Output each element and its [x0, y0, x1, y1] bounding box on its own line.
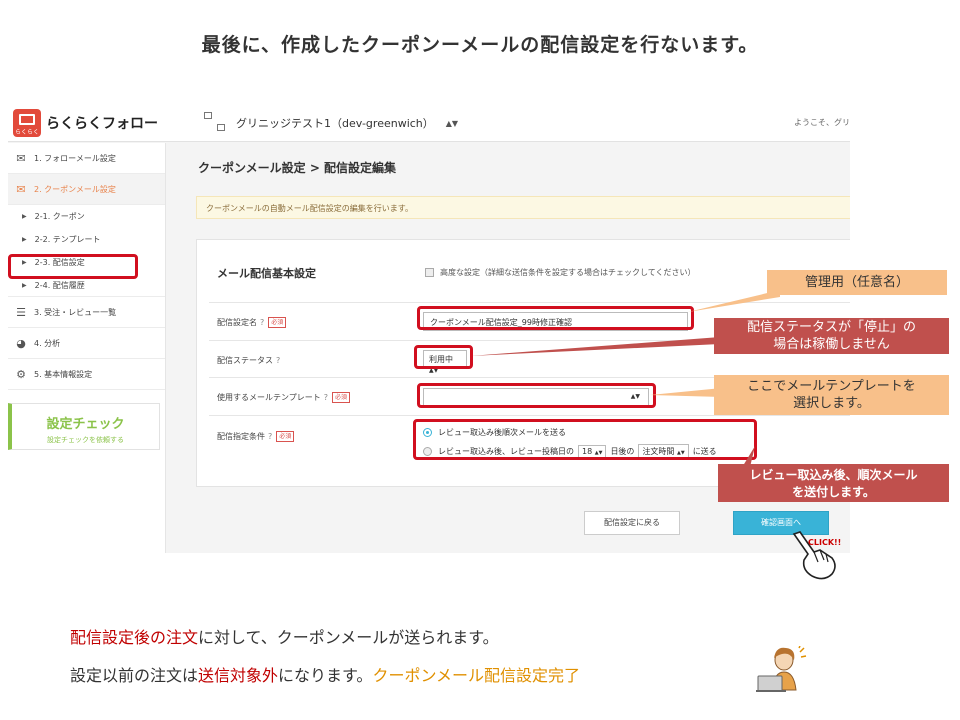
footer-text: に対して、クーポンメールが送られます。 [198, 628, 499, 647]
sidebar-subitem-label: 2-2. テンプレート [34, 235, 101, 244]
delivery-condition-label: 配信指定条件 ? 必須 [217, 431, 295, 442]
advanced-settings-toggle[interactable]: 高度な設定（詳細な送信条件を設定する場合はチェックしてください） [425, 267, 696, 278]
sidebar-subitem-label: 2-4. 配信履歴 [34, 280, 85, 290]
divider [209, 415, 850, 416]
caret-right-icon: ▶ [22, 236, 27, 243]
required-badge: 必須 [268, 317, 287, 328]
click-label: CLICK!! [808, 538, 842, 547]
footer-text: になります。 [278, 666, 373, 685]
back-to-settings-button[interactable]: 配信設定に戻る [584, 511, 680, 535]
app-logo[interactable]: らくらく らくらくフォロー [13, 109, 158, 137]
delivery-status-label: 配信ステータス ? [217, 355, 280, 366]
card-title: メール配信基本設定 [217, 267, 316, 280]
person-at-laptop-icon [756, 646, 807, 692]
settings-check-button[interactable]: 設定チェック 設定チェックを依頼する [8, 403, 160, 450]
required-badge: 必須 [332, 392, 351, 403]
callout-text: を送付します。 [792, 485, 875, 499]
caret-right-icon: ▶ [22, 281, 27, 289]
sidebar-subitem-coupon[interactable]: ▶ 2-1. クーポン [8, 205, 165, 228]
sidebar-item-label: 5. 基本情報設定 [34, 369, 93, 379]
switch-store-icon [204, 112, 228, 134]
divider [209, 302, 850, 303]
chevron-updown-icon: ▲▼ [445, 118, 459, 128]
footer-completion: クーポンメール配信設定完了 [372, 666, 580, 685]
sidebar-item-follow-mail[interactable]: ✉ 1. フォローメール設定 [8, 143, 165, 174]
sidebar-subitem-label: 2-1. クーポン [34, 212, 85, 221]
footer-emphasis: 送信対象外 [198, 666, 279, 685]
callout-template: ここでメールテンプレートを 選択します。 [714, 375, 949, 415]
store-selector[interactable]: グリニッジテスト1（dev-greenwich） ▲▼ [204, 112, 458, 134]
callout-admin-name: 管理用（任意名） [767, 270, 947, 295]
pie-chart-icon: ◕ [16, 336, 26, 350]
sidebar-item-analysis[interactable]: ◕ 4. 分析 [8, 328, 165, 359]
callout-status: 配信ステータスが「停止」の 場合は稼働しません [714, 318, 949, 354]
footer-emphasis: 配信設定後の注文 [70, 628, 199, 647]
highlight-condition-radios [413, 419, 757, 460]
callout-text: ここでメールテンプレートを [747, 379, 916, 394]
gear-icon: ⚙ [16, 367, 26, 381]
callout-text: 場合は稼働しません [773, 337, 890, 352]
footer-line-2: 設定以前の注文は送信対象外になります。クーポンメール配信設定完了 [70, 662, 580, 686]
callout-text: レビュー取込み後、順次メール [749, 468, 918, 482]
highlight-sidebar-delivery [8, 254, 138, 279]
footer-text: 設定以前の注文は [70, 666, 199, 685]
delivery-name-label: 配信設定名 ? 必須 [217, 317, 287, 328]
advanced-settings-checkbox[interactable] [425, 268, 434, 277]
required-badge: 必須 [276, 431, 295, 442]
highlight-template-select [417, 383, 656, 408]
logo-mark-icon: らくらく [13, 109, 41, 137]
breadcrumb: クーポンメール設定 > 配信設定編集 [198, 161, 397, 175]
list-icon: ☰ [16, 305, 26, 319]
help-icon[interactable]: ? [276, 356, 280, 365]
highlight-status-select [414, 345, 473, 369]
sidebar-item-label: 4. 分析 [34, 338, 61, 348]
highlight-name-input [417, 306, 694, 330]
help-icon[interactable]: ? [260, 318, 264, 327]
notice-banner: クーポンメールの自動メール配信設定の編集を行います。 [196, 196, 850, 219]
welcome-text: ようこそ、グリ [794, 118, 850, 127]
callout-text: 選択します。 [793, 396, 870, 411]
mail-icon: ✉ [16, 151, 26, 165]
sidebar-item-label: 2. クーポンメール設定 [34, 184, 116, 194]
field-label: 配信ステータス [217, 356, 273, 365]
sidebar-item-orders-reviews[interactable]: ☰ 3. 受注・レビュー一覧 [8, 297, 165, 328]
field-label: 配信指定条件 [217, 432, 265, 441]
callout-condition: レビュー取込み後、順次メール を送付します。 [718, 464, 949, 502]
sidebar: ✉ 1. フォローメール設定 ✉ 2. クーポンメール設定 ▶ 2-1. クーポ… [8, 143, 166, 553]
field-label: 使用するメールテンプレート [217, 393, 321, 402]
footer-line-1: 配信設定後の注文に対して、クーポンメールが送られます。 [70, 624, 499, 648]
sidebar-item-basic-settings[interactable]: ⚙ 5. 基本情報設定 [8, 359, 165, 390]
top-bar: らくらく らくらくフォロー グリニッジテスト1（dev-greenwich） ▲… [8, 104, 850, 142]
sidebar-item-label: 3. 受注・レビュー一覧 [34, 307, 117, 317]
sidebar-item-label: 1. フォローメール設定 [34, 153, 116, 163]
settings-check-subtitle: 設定チェックを依頼する [47, 436, 124, 444]
mail-template-label: 使用するメールテンプレート ? 必須 [217, 392, 351, 403]
sidebar-subitem-template[interactable]: ▶ 2-2. テンプレート [8, 228, 165, 251]
caret-right-icon: ▶ [22, 213, 27, 220]
logo-text: らくらくフォロー [46, 116, 158, 132]
help-icon[interactable]: ? [268, 432, 272, 441]
help-icon[interactable]: ? [324, 393, 328, 402]
store-name: グリニッジテスト1（dev-greenwich） [236, 117, 434, 130]
sidebar-item-coupon-mail[interactable]: ✉ 2. クーポンメール設定 [8, 174, 165, 205]
coupon-mail-icon: ✉ [16, 182, 26, 196]
field-label: 配信設定名 [217, 318, 257, 327]
logo-mark-text: らくらく [15, 129, 40, 136]
callout-text: 配信ステータスが「停止」の [746, 320, 916, 335]
advanced-settings-label: 高度な設定（詳細な送信条件を設定する場合はチェックしてください） [440, 268, 696, 277]
slide-title: 最後に、作成したクーポンーメールの配信設定を行ないます。 [201, 34, 759, 56]
settings-check-title: 設定チェック [46, 417, 125, 432]
